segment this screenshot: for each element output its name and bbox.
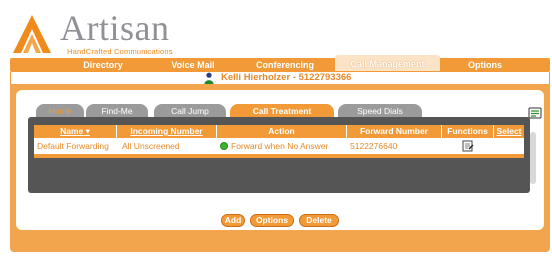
content-frame: Home Find-Me Call Jump Call Treatment Sp… bbox=[10, 84, 550, 252]
column-name[interactable]: Name ▾ bbox=[34, 125, 117, 138]
user-bar: Kelli Hierholzer - 5122793366 bbox=[10, 72, 550, 84]
logo-tagline: HandCrafted Communications bbox=[67, 47, 173, 56]
table-row[interactable]: Default Forwarding All Unscreened Forwar… bbox=[34, 138, 524, 154]
cell-forward-number: 5122276640 bbox=[350, 141, 398, 151]
cell-incoming: All Unscreened bbox=[122, 141, 180, 151]
content-area: Home Find-Me Call Jump Call Treatment Sp… bbox=[16, 90, 544, 230]
column-action: Action bbox=[217, 125, 347, 138]
edit-icon[interactable] bbox=[462, 140, 474, 152]
add-button[interactable]: Add bbox=[221, 214, 245, 227]
nav-directory[interactable]: Directory bbox=[58, 58, 148, 72]
tab-call-treatment[interactable]: Call Treatment bbox=[230, 104, 334, 118]
artisan-logo-mark-icon bbox=[13, 15, 51, 53]
call-treatment-panel: Name ▾ Incoming Number Action Forward Nu… bbox=[28, 117, 530, 193]
column-forward-number: Forward Number bbox=[347, 125, 442, 138]
column-incoming-number[interactable]: Incoming Number bbox=[117, 125, 217, 138]
main-nav: Directory Voice Mail Conferencing Call M… bbox=[10, 55, 550, 72]
user-icon bbox=[204, 72, 214, 84]
column-select[interactable]: Select bbox=[494, 125, 524, 138]
logo-wordmark: Artisan bbox=[60, 8, 170, 48]
status-dot-icon bbox=[220, 142, 228, 150]
cell-name[interactable]: Default Forwarding bbox=[37, 138, 109, 154]
nav-voice-mail[interactable]: Voice Mail bbox=[148, 58, 238, 72]
artisan-logo: Artisan HandCrafted Communications bbox=[10, 8, 200, 58]
nav-options[interactable]: Options bbox=[440, 58, 530, 72]
cell-action: Forward when No Answer bbox=[220, 138, 328, 154]
tab-speed-dials[interactable]: Speed Dials bbox=[338, 104, 422, 118]
delete-button[interactable]: Delete bbox=[299, 214, 339, 227]
table-footer-bar bbox=[34, 154, 524, 158]
scrollbar[interactable] bbox=[530, 132, 536, 184]
table-header: Name ▾ Incoming Number Action Forward Nu… bbox=[34, 125, 524, 138]
tab-call-jump[interactable]: Call Jump bbox=[154, 104, 226, 118]
settings-icon[interactable] bbox=[528, 106, 542, 120]
options-button[interactable]: Options bbox=[250, 214, 294, 227]
user-name-number: Kelli Hierholzer - 5122793366 bbox=[221, 72, 352, 83]
nav-call-management[interactable]: Call Management bbox=[335, 55, 440, 71]
tab-home[interactable]: Home bbox=[36, 104, 84, 118]
sort-down-icon: ▾ bbox=[83, 126, 90, 136]
nav-conferencing[interactable]: Conferencing bbox=[235, 58, 335, 72]
column-functions: Functions bbox=[442, 125, 494, 138]
tab-find-me[interactable]: Find-Me bbox=[86, 104, 148, 118]
